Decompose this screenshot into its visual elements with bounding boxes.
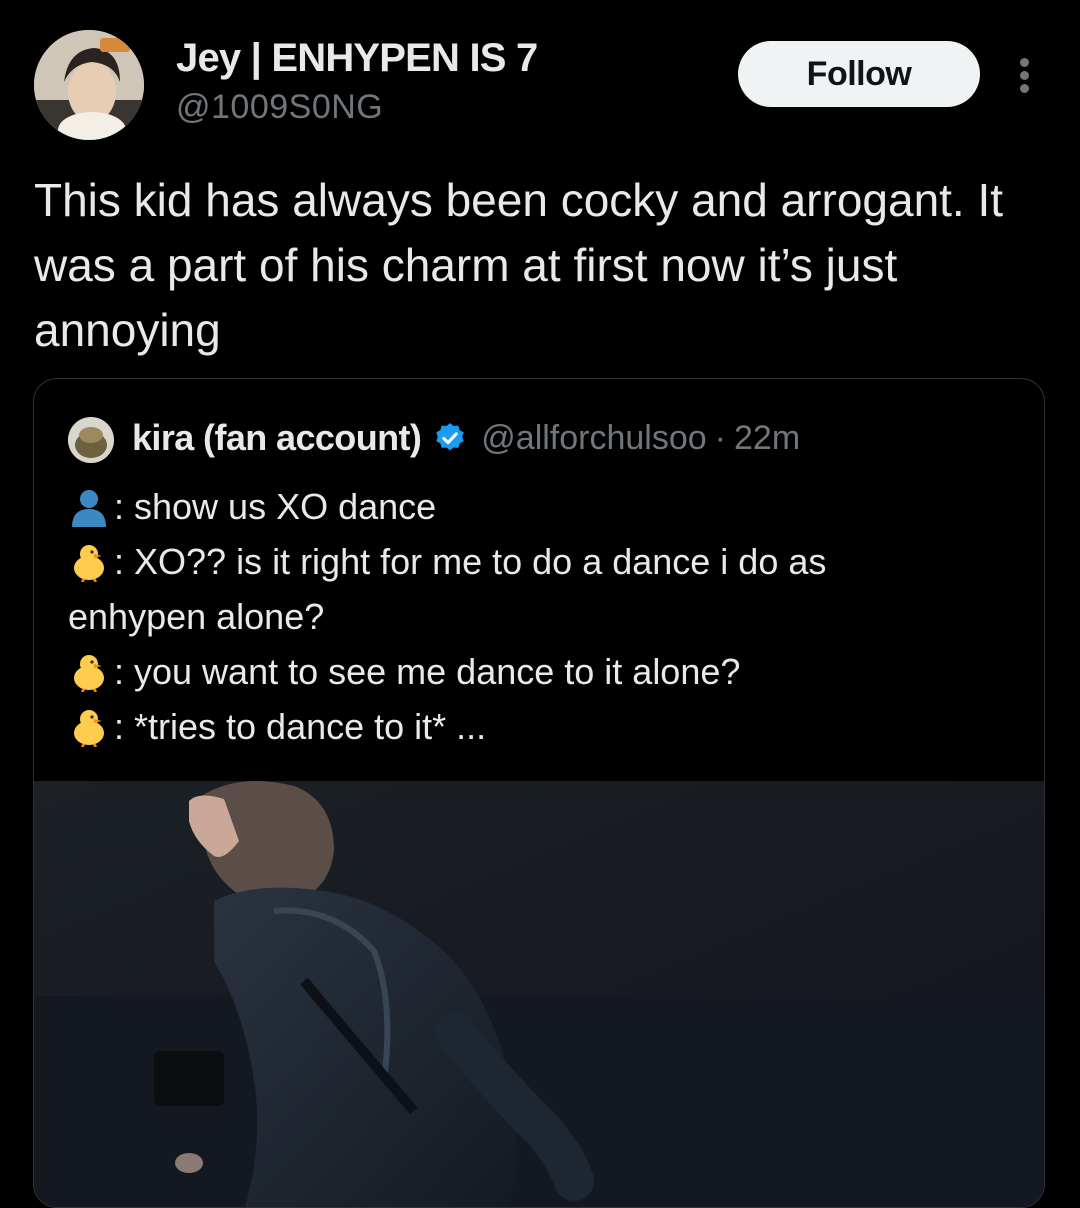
tweet-text: This kid has always been cocky and arrog…	[34, 174, 1004, 356]
quoted-line: : you want to see me dance to it alone?	[68, 644, 1028, 699]
quoted-text: : show us XO dance : XO?? is it right fo…	[68, 479, 1028, 754]
quoted-line: : *tries to dance to it* ...	[68, 699, 1028, 754]
separator-dot: ·	[714, 418, 726, 457]
chick-icon	[68, 652, 114, 692]
verified-badge-icon	[433, 421, 467, 455]
quoted-name[interactable]: kira (fan account)	[132, 417, 422, 459]
quoted-handle[interactable]: @allforchulsoo	[481, 419, 706, 458]
author-handle[interactable]: @1009S0NG	[176, 88, 383, 127]
video-thumbnail[interactable]	[34, 781, 1044, 1207]
chick-icon	[68, 707, 114, 747]
quoted-time[interactable]: 22m	[734, 419, 800, 458]
quoted-header: kira (fan account) @allforchulsoo · 22m	[132, 413, 800, 463]
more-vertical-icon[interactable]	[1008, 52, 1042, 98]
quoted-line: enhypen alone?	[68, 596, 325, 637]
bust-in-silhouette-icon	[68, 487, 114, 527]
quoted-tweet[interactable]: kira (fan account) @allforchulsoo · 22m …	[33, 378, 1045, 1208]
author-name[interactable]: Jey | ENHYPEN IS 7	[176, 36, 538, 81]
follow-button[interactable]: Follow	[738, 41, 980, 107]
quoted-line: : XO?? is it right for me to do a dance …	[68, 534, 1028, 589]
quoted-line: : show us XO dance	[68, 479, 1028, 534]
author-avatar[interactable]	[34, 30, 144, 140]
chick-icon	[68, 542, 114, 582]
quoted-avatar[interactable]	[68, 417, 114, 463]
